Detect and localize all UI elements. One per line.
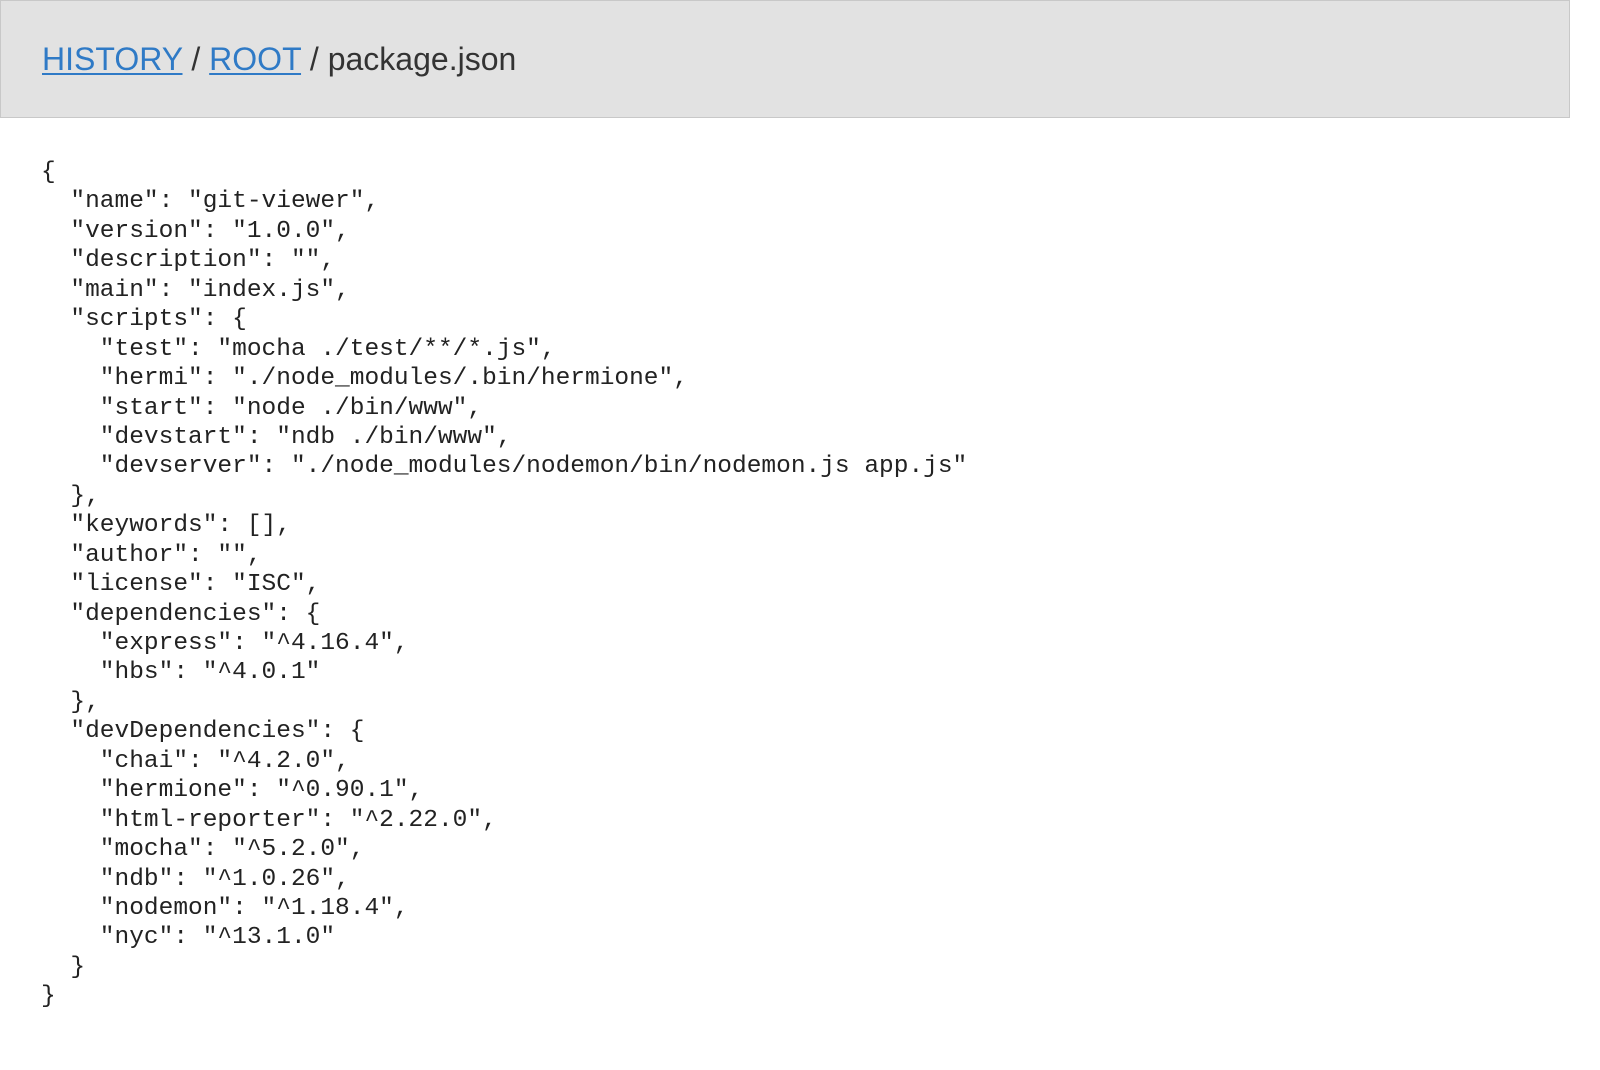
file-content-view: { "name": "git-viewer", "version": "1.0.…	[41, 158, 967, 1012]
code-line: "mocha": "^5.2.0",	[41, 836, 365, 864]
breadcrumb-link-history[interactable]: HISTORY	[42, 41, 183, 77]
code-line: "name": "git-viewer",	[41, 188, 380, 216]
code-line: },	[41, 482, 100, 510]
code-line: "hermione": "^0.90.1",	[41, 777, 424, 805]
code-line: "nyc": "^13.1.0"	[41, 924, 336, 952]
code-line: "html-reporter": "^2.22.0",	[41, 806, 497, 834]
code-line: "devstart": "ndb ./bin/www",	[41, 423, 512, 451]
breadcrumb-separator: /	[191, 41, 210, 77]
code-line: "devDependencies": {	[41, 718, 365, 746]
code-line: }	[41, 953, 86, 981]
breadcrumb-current-file: package.json	[327, 41, 517, 77]
code-line: "main": "index.js",	[41, 276, 350, 304]
code-line: "test": "mocha ./test/**/*.js",	[41, 335, 556, 363]
code-line: "keywords": [],	[41, 512, 291, 540]
breadcrumb-link-root[interactable]: ROOT	[209, 41, 301, 77]
code-line: "start": "node ./bin/www",	[41, 394, 483, 422]
code-line: "scripts": {	[41, 306, 247, 334]
breadcrumb-bar: HISTORY / ROOT / package.json	[0, 0, 1570, 118]
code-line: }	[41, 983, 56, 1011]
code-line: "devserver": "./node_modules/nodemon/bin…	[41, 453, 968, 481]
code-line: "nodemon": "^1.18.4",	[41, 894, 409, 922]
code-line: "license": "ISC",	[41, 571, 321, 599]
code-line: "author": "",	[41, 541, 262, 569]
code-line: },	[41, 688, 100, 716]
code-line: "hermi": "./node_modules/.bin/hermione",	[41, 365, 688, 393]
code-line: "ndb": "^1.0.26",	[41, 865, 350, 893]
code-line: "express": "^4.16.4",	[41, 630, 409, 657]
breadcrumb: HISTORY / ROOT / package.json	[42, 39, 516, 79]
code-line: "chai": "^4.2.0",	[41, 747, 350, 775]
code-line: "version": "1.0.0",	[41, 217, 350, 245]
code-line: "dependencies": {	[41, 600, 321, 628]
code-line: "hbs": "^4.0.1"	[41, 659, 321, 687]
breadcrumb-separator: /	[309, 41, 328, 77]
code-line: "description": "",	[41, 247, 336, 275]
code-line: {	[41, 159, 56, 186]
